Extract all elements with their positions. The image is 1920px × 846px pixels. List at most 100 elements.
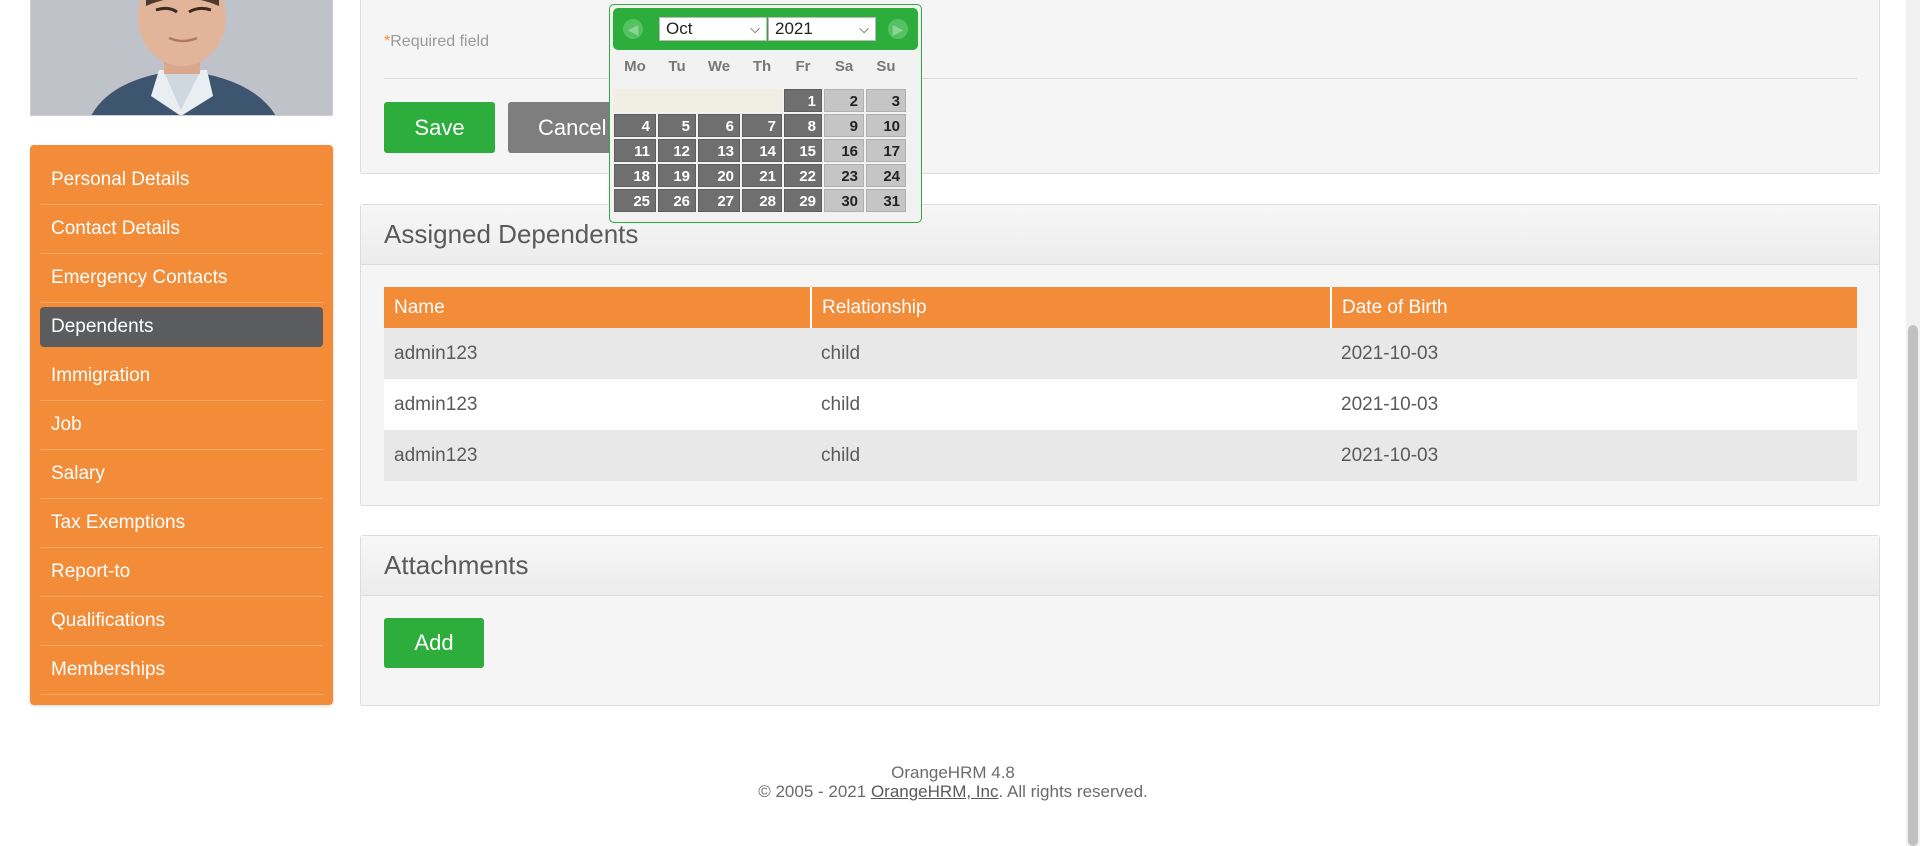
chevron-down-icon: ⌵ [859,21,869,36]
column-header-date-of-birth[interactable]: Date of Birth [1331,287,1857,328]
month-select-value: Oct [666,19,693,38]
sidebar-item-label: Tax Exemptions [51,512,186,533]
required-field-text: Required field [390,33,489,50]
required-field-note: *Required field [384,33,489,51]
sidebar-item-memberships[interactable]: Memberships [40,646,323,695]
column-header-name[interactable]: Name [384,287,812,328]
datepicker-day-20[interactable]: 20 [698,164,740,187]
sidebar-item-personal-details[interactable]: Personal Details [40,156,323,205]
page-scrollbar[interactable] [1906,0,1920,846]
sidebar-item-label: Job [51,414,82,435]
datepicker-header: ◀ Oct ⌵ 2021 ⌵ ▶ [613,8,918,50]
column-header-relationship[interactable]: Relationship [811,287,1332,328]
assigned-dependents-panel: Assigned Dependents Name Relationship Da… [360,204,1880,506]
datepicker-day-24[interactable]: 24 [866,164,906,187]
dependent-dob-cell: 2021-10-03 [1331,379,1857,430]
footer-version: OrangeHRM 4.8 [891,763,1015,782]
datepicker-day-3[interactable]: 3 [866,89,906,112]
orangehrm-link[interactable]: OrangeHRM, Inc [871,782,999,801]
weekday-label: We [707,58,731,75]
datepicker-day-16[interactable]: 16 [824,139,864,162]
datepicker-day-19[interactable]: 19 [658,164,696,187]
profile-side-menu: Personal Details Contact Details Emergen… [30,145,333,705]
datepicker-empty-cell [741,89,783,112]
weekday-label: Sa [834,58,854,75]
sidebar-item-qualifications[interactable]: Qualifications [40,597,323,646]
dependent-relationship-cell: child [811,328,1331,379]
datepicker-empty-cell [657,89,697,112]
datepicker-day-14[interactable]: 14 [742,139,782,162]
datepicker-day-17[interactable]: 17 [866,139,906,162]
datepicker-day-22[interactable]: 22 [784,164,822,187]
datepicker-empty-cell [697,89,741,112]
sidebar-item-immigration[interactable]: Immigration [40,352,323,401]
datepicker-day-8[interactable]: 8 [784,114,822,137]
month-select[interactable]: Oct ⌵ [659,17,767,41]
copyright-prefix: © 2005 - 2021 [758,782,871,801]
sidebar-item-job[interactable]: Job [40,401,323,450]
datepicker-day-23[interactable]: 23 [824,164,864,187]
datepicker-day-15[interactable]: 15 [784,139,822,162]
weekday-label: Th [752,58,772,75]
dependents-table: Name Relationship Date of Birth admin123… [384,287,1857,481]
sidebar-item-label: Emergency Contacts [51,267,228,288]
attachments-title: Attachments [361,536,1879,596]
sidebar-item-emergency-contacts[interactable]: Emergency Contacts [40,254,323,303]
datepicker-day-25[interactable]: 25 [614,189,656,212]
sidebar-item-label: Qualifications [51,610,166,631]
datepicker-day-21[interactable]: 21 [742,164,782,187]
datepicker-day-2[interactable]: 2 [824,89,864,112]
table-row[interactable]: admin123 child 2021-10-03 [384,430,1857,481]
dependent-dob-cell: 2021-10-03 [1331,430,1857,481]
datepicker-day-12[interactable]: 12 [658,139,696,162]
scrollbar-thumb[interactable] [1908,325,1918,846]
sidebar-item-tax-exemptions[interactable]: Tax Exemptions [40,499,323,548]
year-select[interactable]: 2021 ⌵ [768,17,876,41]
datepicker-day-26[interactable]: 26 [658,189,696,212]
datepicker-day-10[interactable]: 10 [866,114,906,137]
employee-photo[interactable] [30,0,333,116]
datepicker-day-30[interactable]: 30 [824,189,864,212]
save-button[interactable]: Save [384,102,495,153]
sidebar-item-label: Memberships [51,659,166,680]
datepicker-day-27[interactable]: 27 [698,189,740,212]
add-attachment-button[interactable]: Add [384,618,484,668]
sidebar-item-salary[interactable]: Salary [40,450,323,499]
person-portrait-image [31,0,332,115]
sidebar-item-label: Dependents [51,316,154,337]
datepicker-day-18[interactable]: 18 [614,164,656,187]
next-month-icon[interactable]: ▶ [888,19,908,39]
dependent-relationship-cell: child [811,379,1331,430]
datepicker-day-31[interactable]: 31 [866,189,906,212]
dependent-name-cell[interactable]: admin123 [384,328,811,379]
sidebar-item-contact-details[interactable]: Contact Details [40,205,323,254]
cancel-button[interactable]: Cancel [508,102,623,153]
chevron-down-icon: ⌵ [750,21,760,36]
table-row[interactable]: admin123 child 2021-10-03 [384,379,1857,430]
datepicker-day-7[interactable]: 7 [742,114,782,137]
previous-month-icon[interactable]: ◀ [623,19,643,39]
assigned-dependents-title: Assigned Dependents [361,205,1879,265]
datepicker-day-28[interactable]: 28 [742,189,782,212]
sidebar-item-label: Personal Details [51,169,190,190]
weekday-label: Tu [668,58,686,75]
datepicker-day-9[interactable]: 9 [824,114,864,137]
datepicker-day-11[interactable]: 11 [614,139,656,162]
add-dependent-form: *Required field Save Cancel [360,0,1880,174]
sidebar-item-label: Immigration [51,365,151,386]
attachments-panel: Attachments Add [360,535,1880,706]
table-row[interactable]: admin123 child 2021-10-03 [384,328,1857,379]
sidebar-item-dependents[interactable]: Dependents [40,307,323,347]
datepicker-day-4[interactable]: 4 [614,114,656,137]
dependent-name-cell[interactable]: admin123 [384,379,811,430]
datepicker-day-1[interactable]: 1 [784,89,822,112]
datepicker-day-13[interactable]: 13 [698,139,740,162]
datepicker-day-29[interactable]: 29 [784,189,822,212]
dependent-name-cell[interactable]: admin123 [384,430,811,481]
sidebar-item-label: Report-to [51,561,131,582]
sidebar-item-report-to[interactable]: Report-to [40,548,323,597]
datepicker-day-6[interactable]: 6 [698,114,740,137]
dependent-dob-cell: 2021-10-03 [1331,328,1857,379]
copyright-suffix: . All rights reserved. [998,782,1148,801]
datepicker-day-5[interactable]: 5 [658,114,696,137]
